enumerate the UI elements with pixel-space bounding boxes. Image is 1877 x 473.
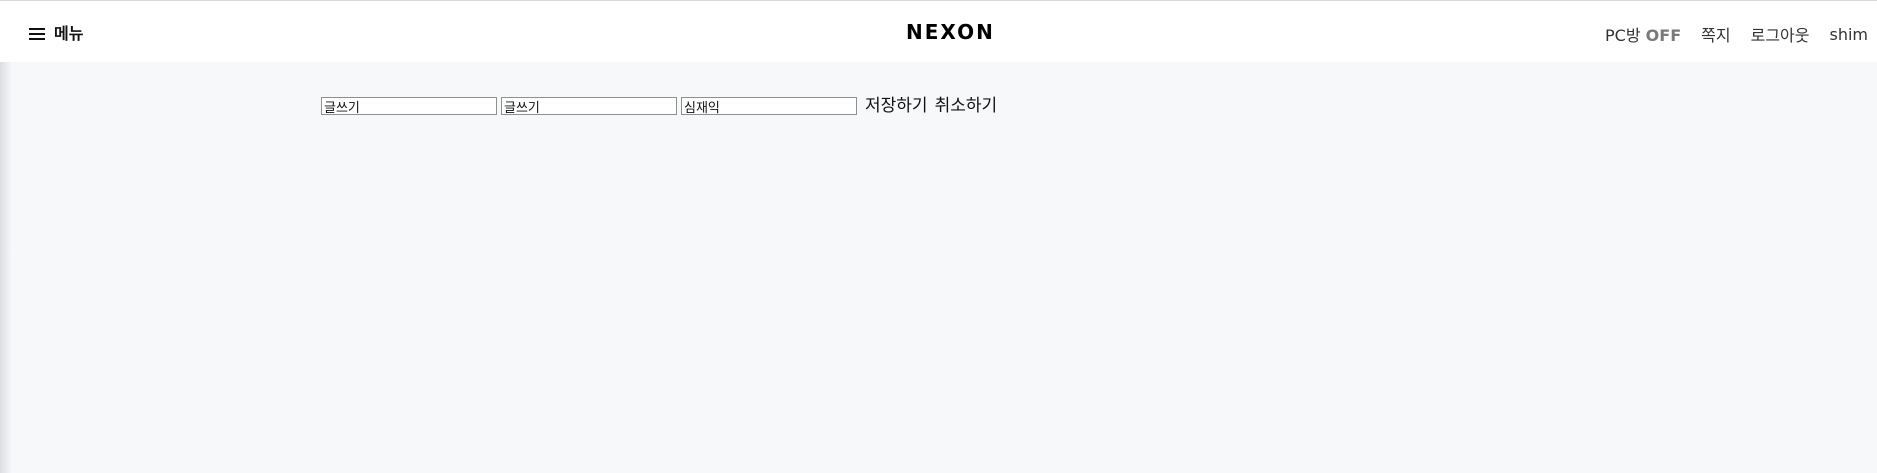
logout-link[interactable]: 로그아웃 [1751, 22, 1810, 46]
author-input[interactable] [681, 97, 857, 115]
username-link[interactable]: shim [1829, 25, 1868, 44]
post-edit-form: 저장하기 취소하기 [321, 96, 997, 116]
messages-link[interactable]: 쪽지 [1701, 22, 1730, 46]
user-nav: PC방 OFF 쪽지 로그아웃 shim [1605, 22, 1868, 46]
title-input[interactable] [321, 97, 497, 115]
top-navigation-bar: 메뉴 NEXON PC방 OFF 쪽지 로그아웃 shim [0, 1, 1877, 62]
content-input[interactable] [501, 97, 677, 115]
pc-bang-status: OFF [1645, 26, 1682, 45]
nexon-logo[interactable]: NEXON [906, 19, 995, 45]
pc-bang-label: PC방 [1605, 26, 1641, 45]
left-edge-shadow [0, 62, 12, 473]
cancel-button[interactable]: 취소하기 [935, 96, 998, 116]
save-button[interactable]: 저장하기 [865, 96, 928, 116]
menu-label: 메뉴 [54, 24, 84, 43]
pc-bang-toggle[interactable]: PC방 OFF [1605, 22, 1681, 46]
hamburger-menu-icon [29, 27, 45, 41]
menu-button[interactable]: 메뉴 [29, 23, 83, 45]
